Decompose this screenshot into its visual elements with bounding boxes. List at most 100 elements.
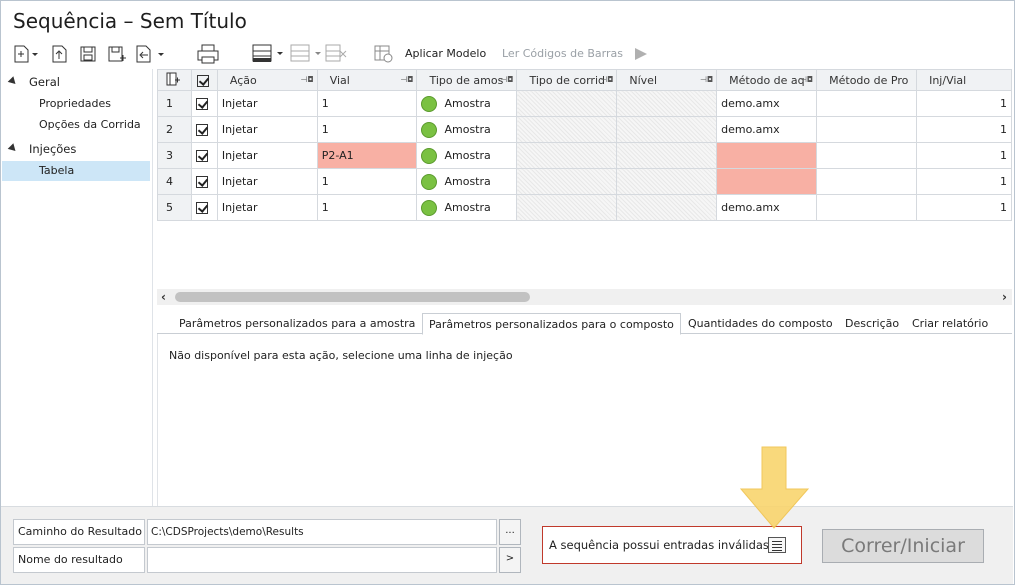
- result-path-input[interactable]: C:\CDSProjects\demo\Results: [147, 519, 497, 545]
- row-checkbox[interactable]: [190, 194, 218, 221]
- row-checkbox[interactable]: [190, 168, 218, 195]
- run-start-button[interactable]: Correr/Iniciar: [822, 529, 984, 563]
- tree-group-geral[interactable]: Geral: [1, 72, 151, 92]
- acq-method-cell-invalid[interactable]: [716, 168, 818, 195]
- inj-vial-cell[interactable]: 1: [916, 194, 1012, 221]
- action-cell[interactable]: Injetar: [216, 90, 318, 117]
- scroll-right-icon[interactable]: ›: [1002, 290, 1007, 304]
- details-list-icon[interactable]: [768, 537, 786, 553]
- tab-sample-params[interactable]: Parâmetros personalizados para a amostra: [179, 315, 415, 334]
- vial-cell-invalid[interactable]: P2-A1: [316, 142, 418, 169]
- horizontal-scrollbar[interactable]: ‹ ›: [157, 289, 1012, 305]
- table-row[interactable]: 2 Injetar 1 Amostra demo.amx 1: [157, 116, 1012, 143]
- detail-panel: Não disponível para esta ação, selecione…: [157, 334, 1012, 506]
- row-number[interactable]: 3: [157, 142, 192, 169]
- table-row[interactable]: 3 Injetar P2-A1 Amostra 1: [157, 142, 1012, 169]
- pin-icon: ⊣◘: [799, 75, 814, 84]
- action-cell[interactable]: Injetar: [216, 142, 318, 169]
- fill-down-button: [324, 42, 348, 66]
- tree-item-label: Propriedades: [39, 97, 111, 110]
- inj-vial-cell[interactable]: 1: [916, 116, 1012, 143]
- tab-compound-params[interactable]: Parâmetros personalizados para o compost…: [422, 313, 681, 335]
- insert-row-icon: [252, 44, 283, 62]
- column-chooser-button[interactable]: [157, 69, 192, 91]
- toolbar: Aplicar Modelo Ler Códigos de Barras: [8, 42, 668, 66]
- column-header[interactable]: Tipo de amos ⊣◘: [416, 69, 518, 91]
- acq-method-cell[interactable]: demo.amx: [716, 116, 818, 143]
- new-sequence-button[interactable]: [12, 42, 40, 66]
- tree-group-label: Geral: [29, 75, 60, 89]
- invalid-entries-warning[interactable]: A sequência possui entradas inválidas: [542, 526, 802, 564]
- proc-method-cell[interactable]: [816, 142, 918, 169]
- tree-item-propriedades[interactable]: Propriedades: [1, 94, 151, 114]
- table-row[interactable]: 5 Injetar 1 Amostra demo.amx 1: [157, 194, 1012, 221]
- row-checkbox[interactable]: [190, 116, 218, 143]
- tab-create-report[interactable]: Criar relatório: [912, 315, 988, 334]
- insert-row-button[interactable]: [250, 42, 286, 66]
- table-row[interactable]: 4 Injetar 1 Amostra 1: [157, 168, 1012, 195]
- sample-type-cell[interactable]: Amostra: [416, 116, 518, 143]
- row-number[interactable]: 5: [157, 194, 192, 221]
- inj-vial-cell[interactable]: 1: [916, 168, 1012, 195]
- action-cell[interactable]: Injetar: [216, 168, 318, 195]
- action-cell[interactable]: Injetar: [216, 194, 318, 221]
- browse-button[interactable]: ...: [499, 519, 521, 545]
- row-number[interactable]: 4: [157, 168, 192, 195]
- action-cell[interactable]: Injetar: [216, 116, 318, 143]
- column-header[interactable]: Método de aq ⊣◘: [716, 69, 818, 91]
- vial-cell[interactable]: 1: [316, 168, 418, 195]
- export-button[interactable]: [134, 42, 168, 66]
- proc-method-cell[interactable]: [816, 168, 918, 195]
- tree-group-injecoes[interactable]: Injeções: [1, 139, 151, 159]
- row-checkbox[interactable]: [190, 142, 218, 169]
- column-header[interactable]: Tipo de corrid ⊣◘: [516, 69, 618, 91]
- acq-method-cell[interactable]: demo.amx: [716, 90, 818, 117]
- level-cell: [616, 142, 718, 169]
- run-type-cell: [516, 168, 618, 195]
- inj-vial-cell[interactable]: 1: [916, 142, 1012, 169]
- column-header[interactable]: Nível ⊣◘: [616, 69, 718, 91]
- tab-description[interactable]: Descrição: [845, 315, 899, 334]
- row-number[interactable]: 2: [157, 116, 192, 143]
- column-chooser-icon: [166, 72, 180, 85]
- scrollbar-thumb[interactable]: [175, 292, 530, 302]
- sample-type-cell[interactable]: Amostra: [416, 90, 518, 117]
- tab-compound-quantities[interactable]: Quantidades do composto: [688, 315, 833, 334]
- tree-item-opcoes-corrida[interactable]: Opções da Corrida: [1, 115, 151, 135]
- print-button[interactable]: [196, 42, 220, 66]
- column-header[interactable]: Ação ⊣◘: [216, 69, 318, 91]
- run-type-cell: [516, 90, 618, 117]
- vial-cell[interactable]: 1: [316, 194, 418, 221]
- vial-cell[interactable]: 1: [316, 116, 418, 143]
- row-checkbox[interactable]: [190, 90, 218, 117]
- scroll-left-icon[interactable]: ‹: [161, 290, 166, 304]
- proc-method-cell[interactable]: [816, 194, 918, 221]
- row-number[interactable]: 1: [157, 90, 192, 117]
- sample-type-cell[interactable]: Amostra: [416, 168, 518, 195]
- level-cell: [616, 194, 718, 221]
- column-header[interactable]: Vial ⊣◘: [316, 69, 418, 91]
- proc-method-cell[interactable]: [816, 116, 918, 143]
- vial-cell[interactable]: 1: [316, 90, 418, 117]
- select-all-checkbox[interactable]: [190, 69, 218, 91]
- inj-vial-cell[interactable]: 1: [916, 90, 1012, 117]
- table-row[interactable]: 1 Injetar 1 Amostra demo.amx 1: [157, 90, 1012, 117]
- result-name-button[interactable]: >: [499, 547, 521, 573]
- checkbox-checked-icon: [195, 98, 208, 110]
- save-button[interactable]: [78, 42, 98, 66]
- template-icon-button[interactable]: [372, 42, 396, 66]
- tree-item-tabela[interactable]: Tabela: [2, 161, 150, 181]
- proc-method-cell[interactable]: [816, 90, 918, 117]
- sample-type-cell[interactable]: Amostra: [416, 194, 518, 221]
- import-button[interactable]: [50, 42, 70, 66]
- save-as-button[interactable]: [106, 42, 128, 66]
- result-name-input[interactable]: [147, 547, 497, 573]
- apply-template-button[interactable]: Aplicar Modelo: [405, 47, 486, 60]
- acq-method-cell[interactable]: demo.amx: [716, 194, 818, 221]
- column-header[interactable]: Inj/Vial: [916, 69, 1012, 91]
- pin-icon: ⊣◘: [400, 75, 414, 84]
- sample-type-cell[interactable]: Amostra: [416, 142, 518, 169]
- fill-down-icon: [325, 44, 347, 62]
- acq-method-cell-invalid[interactable]: [716, 142, 818, 169]
- column-header[interactable]: Método de Pro: [816, 69, 918, 91]
